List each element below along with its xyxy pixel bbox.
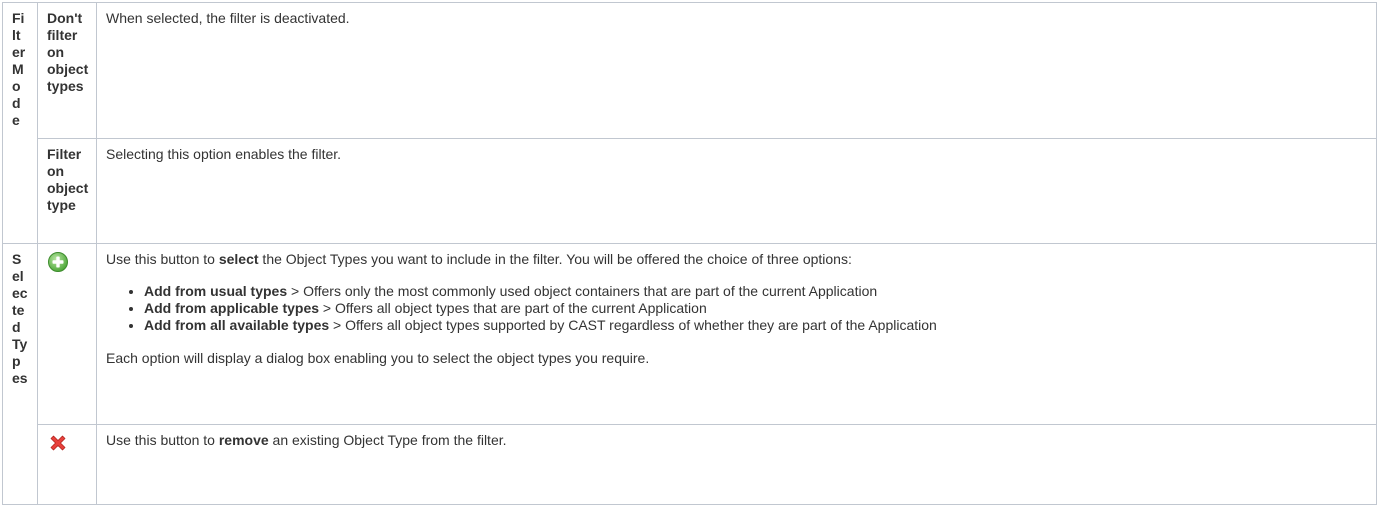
list-item: Add from all available types > Offers al… xyxy=(144,317,1367,334)
table-row: Filter Mode Don't filter on object types… xyxy=(2,2,1377,244)
list-item: Add from usual types > Offers only the m… xyxy=(144,283,1367,300)
selected-types-label: Selected Types xyxy=(2,243,38,505)
add-options-list: Add from usual types > Offers only the m… xyxy=(106,283,1367,334)
filter-mode-label: Filter Mode xyxy=(2,2,38,244)
add-icon xyxy=(48,252,68,272)
table-row: Selected Types Use this button to select… xyxy=(2,243,1377,505)
add-button-description: Use this button to select the Object Typ… xyxy=(96,243,1377,425)
table-row: Use this button to remove an existing Ob… xyxy=(3,424,1377,505)
option-no-filter-description: When selected, the filter is deactivated… xyxy=(96,2,1377,139)
option-filter-label: Filter on object type xyxy=(37,138,97,244)
add-footer: Each option will display a dialog box en… xyxy=(106,350,650,366)
option-no-filter-label: Don't filter on object types xyxy=(37,2,97,139)
add-intro: Use this button to select the Object Typ… xyxy=(106,251,852,267)
list-item: Add from applicable types > Offers all o… xyxy=(144,300,1367,317)
remove-icon-cell xyxy=(37,424,97,505)
option-filter-description: Selecting this option enables the filter… xyxy=(96,138,1377,244)
remove-button-description: Use this button to remove an existing Ob… xyxy=(96,424,1377,505)
add-icon-cell xyxy=(37,243,97,425)
table-row: Filter on object type Selecting this opt… xyxy=(3,138,1377,244)
documentation-table: Filter Mode Don't filter on object types… xyxy=(2,2,1377,505)
remove-icon xyxy=(50,435,66,451)
